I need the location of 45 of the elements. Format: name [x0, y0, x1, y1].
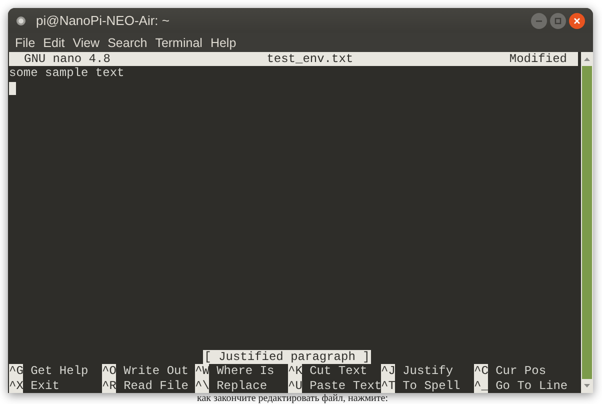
shortcut-key: ^O [102, 364, 116, 379]
text-line: some sample text [9, 66, 124, 81]
shortcut-key: ^U [288, 378, 302, 393]
shortcut-key: ^K [288, 364, 302, 379]
shortcut-label: Get Help [30, 364, 88, 379]
file-name: test_env.txt [266, 52, 354, 66]
shortcut-label: Where Is [216, 364, 274, 379]
shortcut-key: ^R [102, 378, 116, 393]
shortcut-key: ^T [381, 378, 396, 393]
shortcut-key: ^C [474, 364, 488, 379]
menu-item[interactable]: View [68, 36, 104, 50]
shortcut-key: ^_ [474, 378, 488, 393]
status-message: [ Justified paragraph ] [203, 350, 371, 364]
terminal-icon [16, 16, 26, 26]
window-title: pi@NanoPi-NEO-Air: ~ [36, 13, 170, 28]
shortcut-label: Go To Line [494, 378, 568, 393]
shortcut-label: Replace [216, 378, 268, 393]
shortcut-key: ^\ [195, 378, 210, 393]
menu-item[interactable]: Edit [39, 36, 69, 50]
shortcut-label: Cur Pos [494, 364, 546, 379]
editor-version: GNU nano 4.8 [24, 52, 110, 66]
close-button[interactable] [569, 12, 585, 28]
shortcut-label: Read File [122, 378, 188, 393]
file-state: Modified [509, 52, 567, 66]
text-cursor [9, 82, 16, 95]
minimize-button[interactable] [531, 12, 547, 28]
shortcut-label: Write Out [122, 364, 188, 379]
shortcut-label: Paste Text [308, 378, 382, 393]
menu-item[interactable]: Terminal [151, 36, 206, 50]
shortcut-label: To Spell [402, 378, 460, 393]
shortcut-label: Justify [402, 364, 454, 379]
close-icon [573, 16, 581, 24]
shortcut-key: ^W [195, 364, 210, 379]
shortcut-key: ^G [9, 364, 24, 379]
shortcut-label: Cut Text [308, 364, 368, 379]
scrollbar[interactable] [581, 52, 593, 393]
menu-item[interactable]: File [11, 36, 40, 50]
shortcut-key: ^J [381, 364, 396, 379]
scrollbar-thumb[interactable] [582, 66, 592, 379]
maximize-icon [554, 16, 562, 24]
menu-item[interactable]: Search [104, 36, 152, 50]
shortcut-label: Exit [30, 378, 60, 393]
document-text: как закончите редактировать файл, нажмите: [197, 393, 388, 404]
menu-item[interactable]: Help [206, 36, 240, 50]
shortcut-key: ^X [9, 378, 24, 393]
